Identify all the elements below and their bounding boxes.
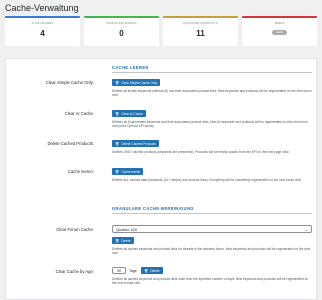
label-clear-all: Cache leeren: <box>67 169 94 174</box>
delete-cached-products-button[interactable]: 🗑 Delete Cached Products <box>112 140 159 147</box>
forum-select-value: Quattro 100 <box>116 226 138 232</box>
button-label: Delete <box>121 238 131 243</box>
stat-simple-keywords: SIMPLE KEYWORDS 0 <box>84 16 159 46</box>
days-unit: Tage <box>129 268 137 273</box>
cache-panel: CACHE LEEREN Clear Simple Cache Only: 🗑 … <box>5 58 317 300</box>
trash-icon: 🗑 <box>115 169 120 174</box>
section-divider <box>112 72 312 73</box>
section-heading-clear: CACHE LEEREN <box>112 65 149 70</box>
label-clear-simple: Clear Simple Cache Only: <box>45 80 94 85</box>
button-label: Delete Cached Products <box>121 141 156 146</box>
forum-select[interactable]: Quattro 100 ⌄ <box>112 225 312 233</box>
desc-clear-ai: Deletes all AI-generated keywords and th… <box>112 120 308 129</box>
stat-label: AI KEYWORDS <box>31 21 54 25</box>
stat-value: 11 <box>196 29 205 38</box>
stat-label: SIMPLE KEYWORDS <box>106 21 137 25</box>
status-badge: inaktiv <box>271 30 288 35</box>
desc-clear-all: Deletes ALL cached data (keywords (AI + … <box>112 178 302 182</box>
stat-qualified-products: QUALIFIED PRODUCTS 11 <box>163 16 238 46</box>
stat-label: REDIS <box>274 21 285 25</box>
button-label: Cache leeren <box>121 169 141 174</box>
button-label: Delete <box>150 268 160 273</box>
desc-clear-simple: Deletes all simple keywords (without AI)… <box>112 89 312 98</box>
stat-redis: REDIS inaktiv <box>242 16 317 46</box>
desc-clear-age: Deletes all cached keywords and product … <box>112 277 309 286</box>
days-input[interactable]: 30 <box>112 267 126 274</box>
label-clear-age: Clear Cache by Age: <box>55 269 94 274</box>
chevron-down-icon: ⌄ <box>304 226 308 232</box>
trash-icon: 🗑 <box>115 111 120 116</box>
delete-forum-cache-button[interactable]: 🗑 Delete <box>112 237 134 244</box>
page-title: Cache-Verwaltung <box>5 3 79 13</box>
clear-all-cache-button[interactable]: 🗑 Cache leeren <box>112 168 144 175</box>
section-divider <box>112 213 312 214</box>
trash-icon: 🗑 <box>115 80 120 85</box>
desc-delete-products: Deletes ONLY cached products (keywords a… <box>112 150 290 154</box>
label-delete-products: Delete Cached Products: <box>47 141 94 146</box>
button-label: Clear AI Cache <box>121 111 143 116</box>
clear-ai-cache-button[interactable]: 🗑 Clear AI Cache <box>112 110 146 117</box>
stat-value: 4 <box>40 29 45 38</box>
stat-value: 0 <box>119 29 124 38</box>
label-clear-forum: Clear Forum Cache: <box>56 227 94 232</box>
trash-icon: 🗑 <box>115 238 120 243</box>
button-label: Clear Simple Cache Only <box>121 80 158 85</box>
delete-by-age-button[interactable]: 🗑 Delete <box>141 267 163 274</box>
stat-label: QUALIFIED PRODUCTS <box>183 21 218 25</box>
stats-bar: AI KEYWORDS 4 SIMPLE KEYWORDS 0 QUALIFIE… <box>5 16 317 46</box>
trash-icon: 🗑 <box>144 268 149 273</box>
label-clear-ai: Clear AI Cache: <box>64 111 94 116</box>
clear-simple-cache-button[interactable]: 🗑 Clear Simple Cache Only <box>112 79 161 86</box>
desc-clear-forum: Deletes all cached keywords and product … <box>112 247 311 256</box>
section-heading-granular: GRANULARE CACHE-BEREINIGUNG <box>112 206 194 211</box>
stat-ai-keywords: AI KEYWORDS 4 <box>5 16 80 46</box>
trash-icon: 🗑 <box>115 141 120 146</box>
